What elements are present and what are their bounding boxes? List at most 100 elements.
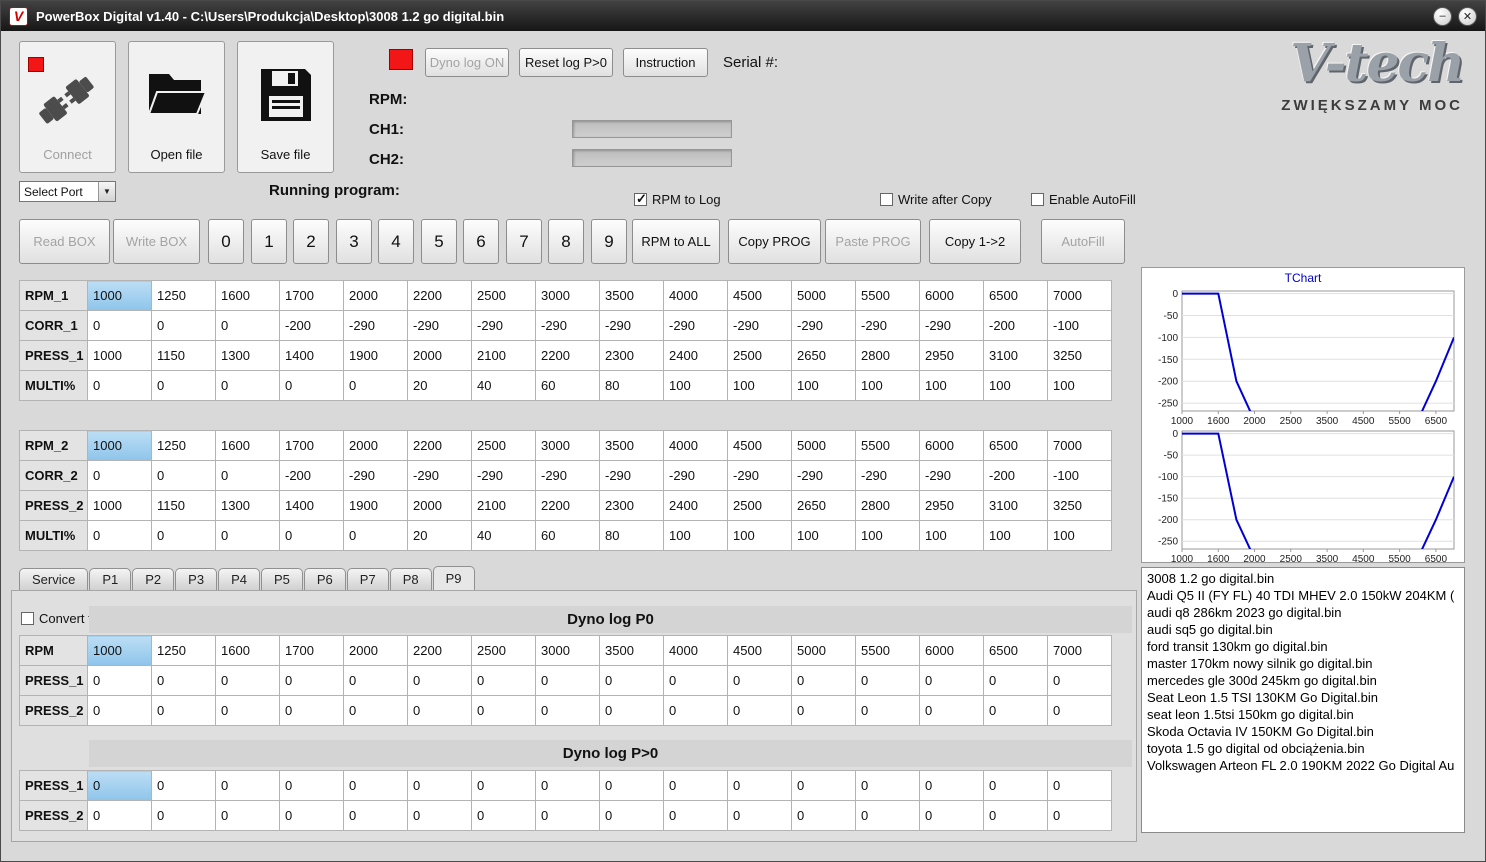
grid-cell[interactable]: 0 bbox=[87, 770, 152, 801]
file-list-item[interactable]: audi q8 286km 2023 go digital.bin bbox=[1142, 604, 1464, 621]
grid-cell[interactable]: 0 bbox=[855, 770, 920, 801]
grid-cell[interactable]: 100 bbox=[663, 520, 728, 551]
grid-cell[interactable]: -290 bbox=[663, 310, 728, 341]
grid-cell[interactable]: 0 bbox=[343, 800, 408, 831]
grid-cell[interactable]: 4500 bbox=[727, 635, 792, 666]
grid-cell[interactable]: 6500 bbox=[983, 635, 1048, 666]
grid-cell[interactable]: 1300 bbox=[215, 490, 280, 521]
tab-p9[interactable]: P9 bbox=[432, 566, 475, 590]
grid-cell[interactable]: 0 bbox=[215, 520, 280, 551]
grid-cell[interactable]: 2200 bbox=[535, 340, 600, 371]
grid-cell[interactable]: 0 bbox=[791, 665, 856, 696]
grid-cell[interactable]: -290 bbox=[535, 310, 600, 341]
grid-cell[interactable]: 0 bbox=[1047, 665, 1112, 696]
grid-cell[interactable]: 0 bbox=[151, 460, 216, 491]
grid-cell[interactable]: 0 bbox=[343, 770, 408, 801]
grid-cell[interactable]: 0 bbox=[471, 800, 536, 831]
grid-cell[interactable]: 100 bbox=[919, 520, 984, 551]
grid-cell[interactable]: 0 bbox=[983, 800, 1048, 831]
tab-p7[interactable]: P7 bbox=[346, 568, 389, 590]
tab-p8[interactable]: P8 bbox=[389, 568, 432, 590]
grid-cell[interactable]: 5500 bbox=[855, 430, 920, 461]
tab-p5[interactable]: P5 bbox=[260, 568, 303, 590]
grid-cell[interactable]: -290 bbox=[727, 460, 792, 491]
grid-cell[interactable]: -290 bbox=[791, 460, 856, 491]
grid-cell[interactable]: 0 bbox=[215, 665, 280, 696]
grid-cell[interactable]: 1250 bbox=[151, 430, 216, 461]
grid-cell[interactable]: 2000 bbox=[407, 340, 472, 371]
grid-cell[interactable]: -290 bbox=[407, 310, 472, 341]
grid-cell[interactable]: 2950 bbox=[919, 490, 984, 521]
grid-cell[interactable]: 2500 bbox=[727, 490, 792, 521]
grid-cell[interactable]: 0 bbox=[599, 770, 664, 801]
grid-cell[interactable]: 0 bbox=[215, 370, 280, 401]
grid-cell[interactable]: 0 bbox=[407, 665, 472, 696]
grid-cell[interactable]: 0 bbox=[471, 695, 536, 726]
grid-cell[interactable]: 5000 bbox=[791, 280, 856, 311]
grid-cell[interactable]: 0 bbox=[279, 520, 344, 551]
grid-cell[interactable]: 0 bbox=[151, 310, 216, 341]
grid-cell[interactable]: 40 bbox=[471, 520, 536, 551]
grid-cell[interactable]: 1000 bbox=[87, 340, 152, 371]
grid-cell[interactable]: 2500 bbox=[471, 635, 536, 666]
grid-cell[interactable]: 1250 bbox=[151, 280, 216, 311]
file-list-item[interactable]: ford transit 130km go digital.bin bbox=[1142, 638, 1464, 655]
file-list-item[interactable]: audi sq5 go digital.bin bbox=[1142, 621, 1464, 638]
save-file-button[interactable]: Save file bbox=[237, 41, 334, 173]
tab-p1[interactable]: P1 bbox=[89, 568, 132, 590]
digit-button-9[interactable]: 9 bbox=[591, 219, 627, 264]
autofill-button[interactable]: AutoFill bbox=[1041, 219, 1125, 264]
grid-cell[interactable]: -200 bbox=[279, 310, 344, 341]
grid-cell[interactable]: 0 bbox=[855, 800, 920, 831]
grid-cell[interactable]: 7000 bbox=[1047, 635, 1112, 666]
grid-cell[interactable]: 0 bbox=[983, 695, 1048, 726]
grid-cell[interactable]: 2000 bbox=[343, 635, 408, 666]
grid-cell[interactable]: 1000 bbox=[87, 280, 152, 311]
grid-cell[interactable]: 2300 bbox=[599, 490, 664, 521]
grid-cell[interactable]: 100 bbox=[855, 520, 920, 551]
grid-cell[interactable]: 1600 bbox=[215, 430, 280, 461]
grid-cell[interactable]: 0 bbox=[87, 800, 152, 831]
digit-button-4[interactable]: 4 bbox=[378, 219, 414, 264]
grid-cell[interactable]: 0 bbox=[599, 695, 664, 726]
grid-cell[interactable]: 0 bbox=[471, 770, 536, 801]
grid-cell[interactable]: 4000 bbox=[663, 280, 728, 311]
grid-cell[interactable]: -290 bbox=[791, 310, 856, 341]
grid-cell[interactable]: 0 bbox=[727, 665, 792, 696]
grid-cell[interactable]: 0 bbox=[215, 770, 280, 801]
grid-cell[interactable]: 1000 bbox=[87, 430, 152, 461]
file-list-item[interactable]: master 170km nowy silnik go digital.bin bbox=[1142, 655, 1464, 672]
grid-cell[interactable]: 0 bbox=[87, 460, 152, 491]
grid-cell[interactable]: -290 bbox=[855, 310, 920, 341]
grid-cell[interactable]: 2650 bbox=[791, 490, 856, 521]
grid-cell[interactable]: 3250 bbox=[1047, 490, 1112, 521]
grid-cell[interactable]: 0 bbox=[919, 800, 984, 831]
grid-cell[interactable]: 3000 bbox=[535, 635, 600, 666]
digit-button-0[interactable]: 0 bbox=[208, 219, 244, 264]
grid-cell[interactable]: 2800 bbox=[855, 340, 920, 371]
grid-cell[interactable]: 0 bbox=[535, 800, 600, 831]
digit-button-1[interactable]: 1 bbox=[251, 219, 287, 264]
grid-cell[interactable]: 1000 bbox=[87, 490, 152, 521]
grid-cell[interactable]: 0 bbox=[983, 770, 1048, 801]
tab-p2[interactable]: P2 bbox=[132, 568, 175, 590]
grid-cell[interactable]: 6500 bbox=[983, 430, 1048, 461]
grid-cell[interactable]: 2650 bbox=[791, 340, 856, 371]
grid-cell[interactable]: -200 bbox=[279, 460, 344, 491]
grid-cell[interactable]: 2200 bbox=[407, 280, 472, 311]
grid-cell[interactable]: 1600 bbox=[215, 280, 280, 311]
grid-cell[interactable]: 0 bbox=[663, 770, 728, 801]
digit-button-6[interactable]: 6 bbox=[463, 219, 499, 264]
grid-cell[interactable]: 2100 bbox=[471, 490, 536, 521]
grid-cell[interactable]: 0 bbox=[663, 695, 728, 726]
digit-button-3[interactable]: 3 bbox=[336, 219, 372, 264]
grid-cell[interactable]: 1300 bbox=[215, 340, 280, 371]
grid-cell[interactable]: 0 bbox=[791, 770, 856, 801]
grid-cell[interactable]: 5500 bbox=[855, 635, 920, 666]
grid-cell[interactable]: -100 bbox=[1047, 310, 1112, 341]
copy-1-to-2-button[interactable]: Copy 1->2 bbox=[929, 219, 1021, 264]
grid-cell[interactable]: 0 bbox=[663, 800, 728, 831]
grid-cell[interactable]: 2950 bbox=[919, 340, 984, 371]
open-file-button[interactable]: Open file bbox=[128, 41, 225, 173]
grid-cell[interactable]: 1150 bbox=[151, 490, 216, 521]
